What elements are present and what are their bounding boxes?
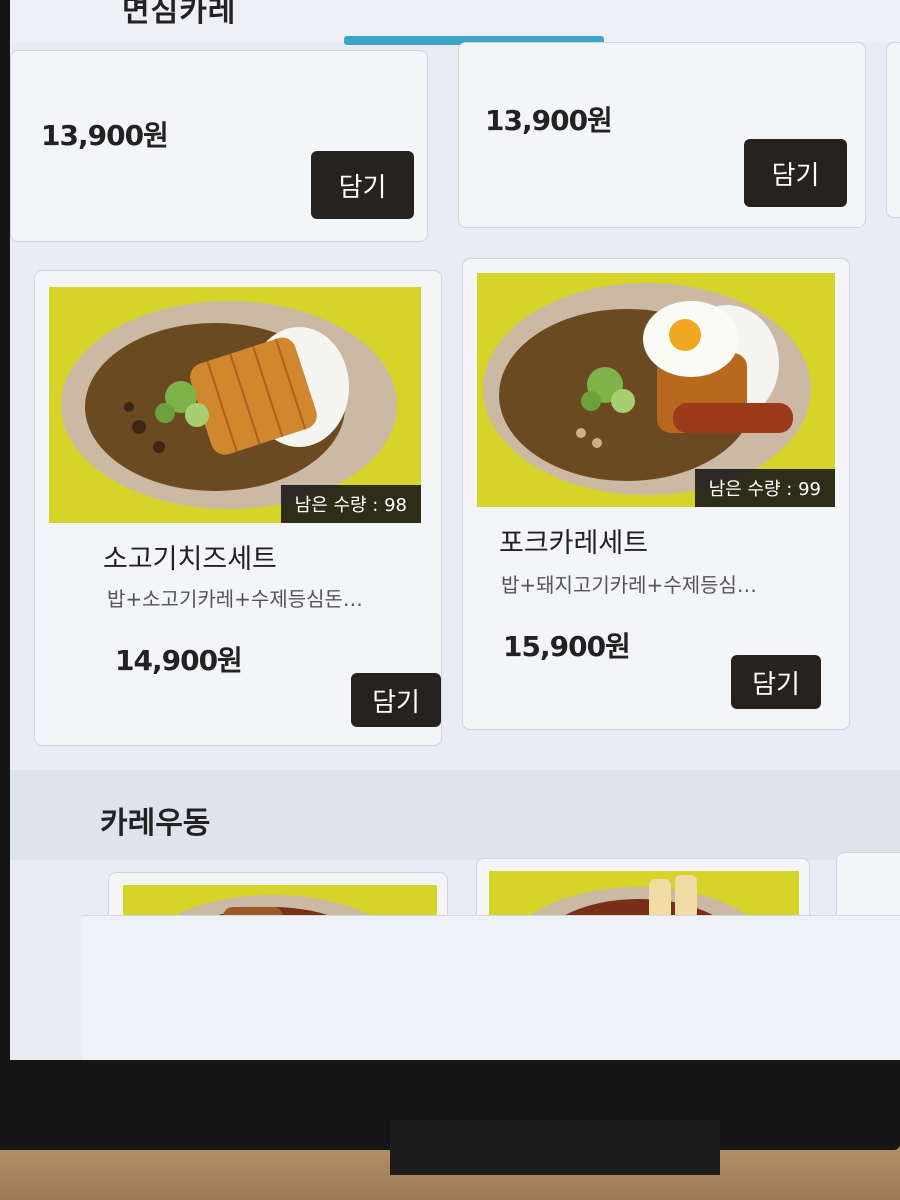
menu-item-name: 포크카레세트 bbox=[499, 528, 649, 559]
menu-card[interactable]: 남은 수량 : 98 소고기치즈세트 밥+소고기카레+수제등심돈… 14,900… bbox=[34, 270, 442, 746]
menu-card[interactable]: 13,900원 담기 bbox=[10, 50, 428, 242]
menu-item-price: 13,900원 bbox=[485, 104, 613, 137]
menu-item-description: 밥+돼지고기카레+수제등심… bbox=[501, 573, 757, 597]
add-to-cart-button[interactable]: 담기 bbox=[351, 673, 441, 727]
add-to-cart-button[interactable]: 담기 bbox=[731, 655, 821, 709]
stock-remaining-badge: 남은 수량 : 98 bbox=[280, 485, 421, 523]
add-to-cart-button[interactable]: 담기 bbox=[311, 151, 414, 219]
menu-item-image[interactable]: 남은 수량 : 98 bbox=[49, 287, 421, 523]
menu-card[interactable]: 남은 수량 : 99 포크카레세트 밥+돼지고기카레+수제등심… 15,900원… bbox=[462, 258, 850, 730]
menu-card[interactable]: 13,900원 담기 bbox=[458, 42, 866, 228]
kiosk-screen: 면심카레 13,900원 담기 13,900원 담기 남은 수량: 98 소고… bbox=[10, 0, 900, 1060]
menu-item-image[interactable]: 남은 수량 : 99 bbox=[477, 273, 835, 507]
category-header: 면심카레 bbox=[10, 0, 900, 45]
add-to-cart-button[interactable]: 담기 bbox=[744, 139, 847, 207]
bottom-panel bbox=[82, 915, 900, 1060]
menu-item-price: 13,900원 bbox=[41, 119, 169, 152]
menu-item-description: 밥+소고기카레+수제등심돈… bbox=[107, 587, 363, 611]
menu-item-price: 15,900원 bbox=[503, 630, 631, 663]
menu-item-name: 소고기치즈세트 bbox=[103, 544, 277, 575]
stock-remaining-badge: 남은 수량 : 99 bbox=[694, 469, 835, 507]
menu-card-partial[interactable] bbox=[886, 42, 900, 218]
menu-item-price: 14,900원 bbox=[115, 644, 243, 677]
category-label: 면심카레 bbox=[122, 0, 237, 29]
menu-item-description bbox=[39, 45, 369, 61]
kiosk-stand bbox=[390, 1120, 720, 1175]
section-title: 카레우동 bbox=[100, 806, 211, 841]
